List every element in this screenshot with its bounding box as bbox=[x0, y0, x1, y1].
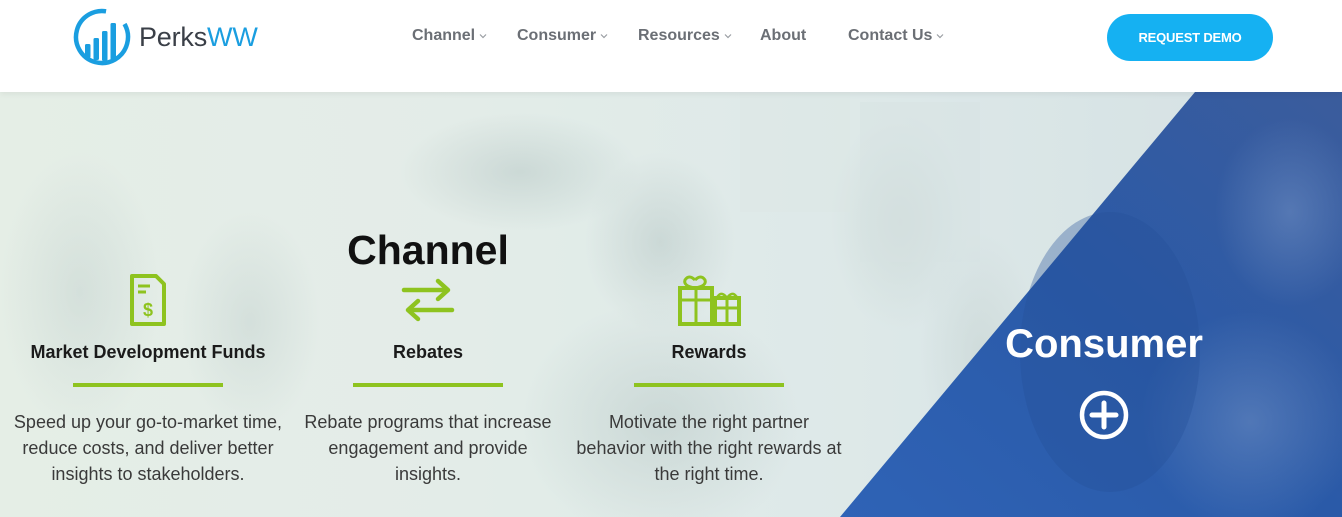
plus-circle-icon[interactable] bbox=[1078, 389, 1130, 441]
svg-text:$: $ bbox=[143, 300, 153, 320]
logo-wordmark: PerksWW bbox=[139, 21, 258, 52]
consumer-heading[interactable]: Consumer bbox=[990, 322, 1218, 367]
rewards-card[interactable]: Rewards Motivate the right partner behav… bbox=[574, 272, 844, 487]
chevron-down-icon bbox=[479, 34, 487, 39]
nav-item-contact-us[interactable]: Contact Us bbox=[848, 27, 944, 45]
card-description: Speed up your go-to-market time, reduce … bbox=[13, 412, 283, 484]
divider bbox=[353, 383, 503, 387]
site-logo[interactable]: PerksWW bbox=[73, 8, 258, 66]
rebates-card[interactable]: Rebates Rebate programs that increase en… bbox=[293, 272, 563, 487]
channel-heading: Channel bbox=[347, 227, 509, 274]
bar-chart-circle-icon bbox=[73, 8, 131, 66]
market-development-funds-card[interactable]: $ Market Development Funds Speed up your… bbox=[13, 272, 283, 487]
divider bbox=[634, 383, 784, 387]
chevron-down-icon bbox=[600, 34, 608, 39]
exchange-arrows-icon bbox=[401, 278, 455, 322]
dollar-document-icon: $ bbox=[130, 274, 166, 326]
chevron-down-icon bbox=[937, 34, 944, 39]
hero-section: Channel $ Market Development Funds Speed… bbox=[0, 92, 1342, 517]
divider bbox=[73, 383, 223, 387]
site-header: PerksWW Channel Consumer Resources About… bbox=[0, 0, 1342, 92]
chevron-down-icon bbox=[724, 34, 732, 39]
card-title: Market Development Funds bbox=[30, 342, 266, 362]
nav-item-about[interactable]: About bbox=[760, 27, 806, 45]
nav-item-channel[interactable]: Channel bbox=[412, 27, 487, 45]
nav-item-consumer[interactable]: Consumer bbox=[517, 27, 608, 45]
card-title: Rewards bbox=[671, 342, 747, 362]
card-title: Rebates bbox=[392, 342, 464, 362]
card-description: Rebate programs that increase engagement… bbox=[304, 412, 552, 484]
nav-item-resources[interactable]: Resources bbox=[638, 27, 732, 45]
card-description: Motivate the right partner behavior with… bbox=[576, 412, 842, 484]
request-demo-button[interactable]: REQUEST DEMO bbox=[1107, 14, 1273, 61]
gift-icon bbox=[678, 275, 741, 326]
